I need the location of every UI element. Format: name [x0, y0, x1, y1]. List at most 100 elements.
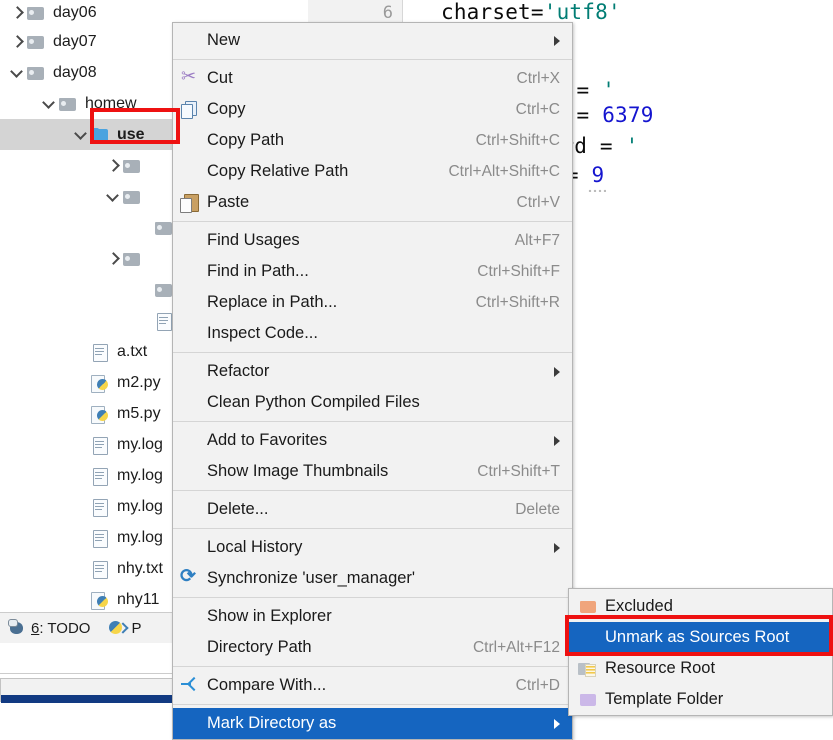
- tool-window-todo-number: 6: [31, 619, 40, 637]
- menu-item-label: Show in Explorer: [207, 607, 332, 625]
- menu-item-label: Copy Path: [207, 131, 285, 149]
- menu-item-copy-path[interactable]: Copy Path Ctrl+Shift+C: [173, 125, 572, 156]
- menu-item-label: Add to Favorites: [207, 431, 328, 449]
- todo-icon: [8, 619, 26, 637]
- log-file-icon: [90, 498, 110, 517]
- tree-item-label: m2.py: [117, 373, 161, 391]
- ide-root: 6 charset='utf8' st = ' rt = 6379 ssword…: [0, 0, 833, 740]
- chevron-right-icon[interactable]: [104, 250, 122, 268]
- menu-separator: [173, 704, 572, 705]
- menu-item-copy-relative-path[interactable]: Copy Relative Path Ctrl+Alt+Shift+C: [173, 156, 572, 187]
- menu-item-label: Find in Path...: [207, 262, 309, 280]
- menu-item-label: Synchronize 'user_manager': [207, 569, 416, 587]
- menu-item-clean-python-compiled-files[interactable]: Clean Python Compiled Files: [173, 387, 572, 418]
- submenu-arrow-icon: [546, 532, 560, 563]
- tree-item-label: m5.py: [117, 404, 161, 422]
- menu-item-shortcut: Ctrl+X: [516, 69, 561, 87]
- tree-item-label: nhy.txt: [117, 559, 163, 577]
- menu-item-show-image-thumbnails[interactable]: Show Image Thumbnails Ctrl+Shift+T: [173, 456, 572, 487]
- chevron-down-icon[interactable]: [72, 126, 90, 144]
- menu-item-label: Show Image Thumbnails: [207, 462, 389, 480]
- submenu-item-resource-root[interactable]: Resource Root: [569, 653, 832, 684]
- submenu-item-label: Template Folder: [605, 690, 724, 708]
- chevron-right-icon[interactable]: [8, 4, 26, 22]
- tool-window-todo[interactable]: 6: TODO: [8, 619, 90, 637]
- menu-item-add-to-favorites[interactable]: Add to Favorites: [173, 425, 572, 456]
- menu-item-show-in-explorer[interactable]: Show in Explorer: [173, 601, 572, 632]
- menu-item-refactor[interactable]: Refactor: [173, 356, 572, 387]
- folder-icon: [122, 188, 142, 206]
- menu-item-shortcut: Ctrl+Shift+T: [477, 462, 560, 480]
- tree-item-label: my.log: [117, 466, 163, 484]
- text-file-icon: [90, 560, 110, 579]
- resource-root-folder-icon: [578, 660, 598, 678]
- menu-item-label: Compare With...: [207, 676, 327, 694]
- menu-separator: [173, 490, 572, 491]
- menu-item-shortcut: Alt+F7: [514, 231, 560, 249]
- tree-item-label: use: [117, 125, 145, 143]
- menu-item-shortcut: Ctrl+D: [515, 676, 560, 694]
- submenu-item-excluded[interactable]: Excluded: [569, 591, 832, 622]
- submenu-item-label: Unmark as Sources Root: [605, 628, 790, 646]
- menu-item-delete[interactable]: Delete... Delete: [173, 494, 572, 525]
- chevron-right-icon[interactable]: [8, 33, 26, 51]
- project-context-menu[interactable]: New Cut Ctrl+X Copy Ctrl+C Copy Path Ctr…: [172, 22, 573, 740]
- tree-item-label: my.log: [117, 497, 163, 515]
- python-file-icon: [90, 591, 110, 610]
- mark-directory-as-submenu[interactable]: Excluded Unmark as Sources Root Resource…: [568, 588, 833, 716]
- sync-icon: [180, 565, 200, 588]
- menu-item-label: Local History: [207, 538, 303, 556]
- menu-item-shortcut: Ctrl+Alt+Shift+C: [448, 162, 560, 180]
- template-folder-icon: [578, 691, 598, 709]
- menu-item-local-history[interactable]: Local History: [173, 532, 572, 563]
- menu-item-label: Mark Directory as: [207, 714, 337, 732]
- menu-item-paste[interactable]: Paste Ctrl+V: [173, 187, 572, 218]
- folder-icon: [26, 64, 46, 82]
- menu-item-copy[interactable]: Copy Ctrl+C: [173, 94, 572, 125]
- menu-item-mark-directory-as[interactable]: Mark Directory as: [173, 708, 572, 739]
- menu-item-replace-in-path[interactable]: Replace in Path... Ctrl+Shift+R: [173, 287, 572, 318]
- menu-item-find-usages[interactable]: Find Usages Alt+F7: [173, 225, 572, 256]
- menu-item-shortcut: Ctrl+Alt+F12: [472, 638, 560, 656]
- menu-item-new[interactable]: New: [173, 25, 572, 56]
- chevron-down-icon[interactable]: [104, 188, 122, 206]
- tool-window-python-console[interactable]: P: [108, 619, 141, 637]
- code-string-token: 'utf8': [543, 0, 621, 24]
- folder-icon: [154, 219, 174, 237]
- menu-item-label: Find Usages: [207, 231, 300, 249]
- copy-icon: [180, 100, 200, 119]
- tool-window-python-console-label: P: [131, 619, 142, 637]
- menu-item-shortcut: Ctrl+Shift+R: [475, 293, 560, 311]
- error-squiggle: [588, 188, 606, 192]
- tree-item-label: day07: [53, 32, 97, 50]
- chevron-down-icon[interactable]: [8, 64, 26, 82]
- menu-item-label: Clean Python Compiled Files: [207, 393, 420, 411]
- code-line-1: charset='utf8': [441, 0, 621, 24]
- log-file-icon: [90, 529, 110, 548]
- chevron-down-icon[interactable]: [40, 95, 58, 113]
- menu-item-label: Replace in Path...: [207, 293, 338, 311]
- scissors-icon: [180, 66, 200, 88]
- compare-icon: [180, 677, 200, 695]
- menu-item-synchronize[interactable]: Synchronize 'user_manager': [173, 563, 572, 594]
- folder-icon: [154, 281, 174, 299]
- menu-separator: [173, 352, 572, 353]
- menu-item-compare-with[interactable]: Compare With... Ctrl+D: [173, 670, 572, 701]
- menu-item-inspect-code[interactable]: Inspect Code...: [173, 318, 572, 349]
- tree-item-label: my.log: [117, 528, 163, 546]
- menu-item-directory-path[interactable]: Directory Path Ctrl+Alt+F12: [173, 632, 572, 663]
- submenu-item-template-folder[interactable]: Template Folder: [569, 684, 832, 715]
- submenu-item-label: Excluded: [605, 597, 673, 615]
- chevron-right-icon[interactable]: [104, 157, 122, 175]
- tree-item-label: nhy11: [117, 590, 160, 608]
- menu-item-cut[interactable]: Cut Ctrl+X: [173, 63, 572, 94]
- menu-item-find-in-path[interactable]: Find in Path... Ctrl+Shift+F: [173, 256, 572, 287]
- submenu-arrow-icon: [546, 25, 560, 56]
- submenu-item-unmark-as-sources-root[interactable]: Unmark as Sources Root: [569, 622, 832, 653]
- menu-item-label: Inspect Code...: [207, 324, 318, 342]
